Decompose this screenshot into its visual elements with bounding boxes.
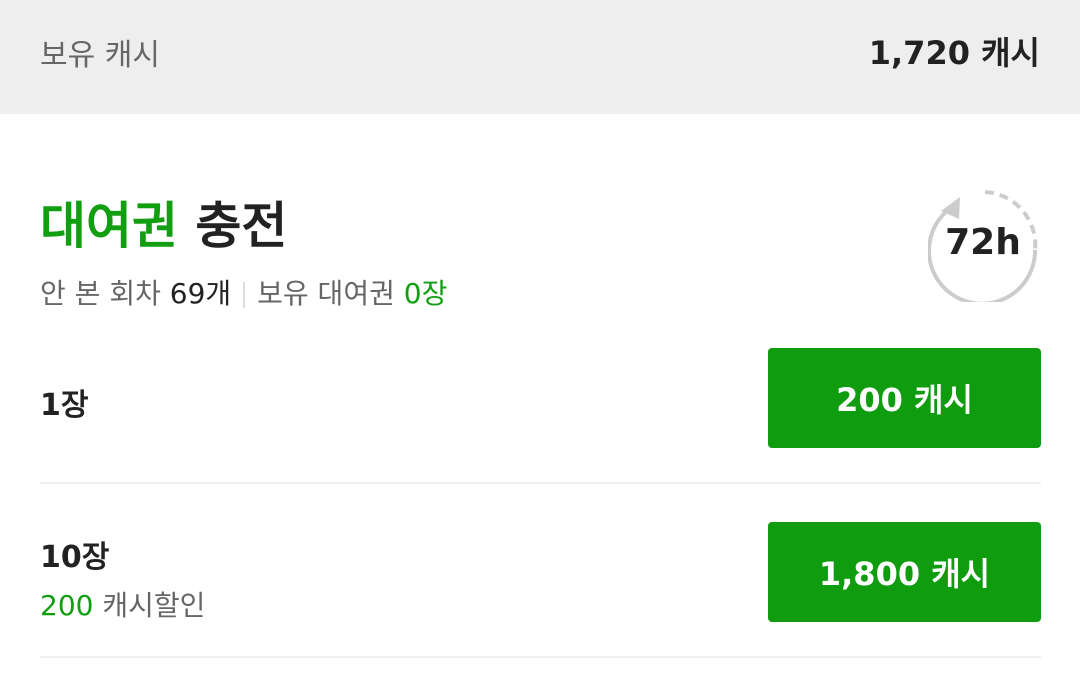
discount-text: 200 캐시할인 bbox=[40, 584, 205, 624]
page-title-rest: 충전 bbox=[178, 197, 288, 255]
list-item: 10장 200 캐시할인 1,800 캐시 bbox=[40, 522, 1041, 658]
unread-label: 안 본 회차 bbox=[40, 277, 161, 310]
balance-bar: 보유 캐시 1,720 캐시 bbox=[0, 0, 1080, 114]
discount-label: 캐시할인 bbox=[93, 589, 206, 622]
unread-count: 69개 bbox=[169, 277, 232, 310]
balance-value: 1,720 캐시 bbox=[868, 34, 1040, 72]
timer-label: 72h bbox=[945, 222, 1021, 263]
ticket-quantity: 10장 bbox=[40, 540, 110, 575]
owned-label: 보유 대여권 bbox=[257, 277, 395, 310]
list-item: 1장 200 캐시 bbox=[40, 348, 1041, 484]
summary-divider bbox=[243, 282, 246, 308]
buy-1-ticket-button[interactable]: 200 캐시 bbox=[768, 348, 1041, 448]
owned-count: 0장 bbox=[403, 277, 448, 310]
72h-timer-icon: 72h bbox=[927, 188, 1042, 306]
ticket-summary: 안 본 회차 69개 보유 대여권 0장 bbox=[40, 272, 447, 312]
balance-label: 보유 캐시 bbox=[40, 38, 160, 73]
page-title-accent: 대여권 bbox=[40, 197, 178, 255]
discount-amount: 200 bbox=[40, 589, 94, 622]
ticket-quantity: 1장 bbox=[40, 388, 89, 423]
page-title: 대여권 충전 bbox=[40, 186, 287, 258]
buy-10-tickets-button[interactable]: 1,800 캐시 bbox=[768, 522, 1041, 622]
